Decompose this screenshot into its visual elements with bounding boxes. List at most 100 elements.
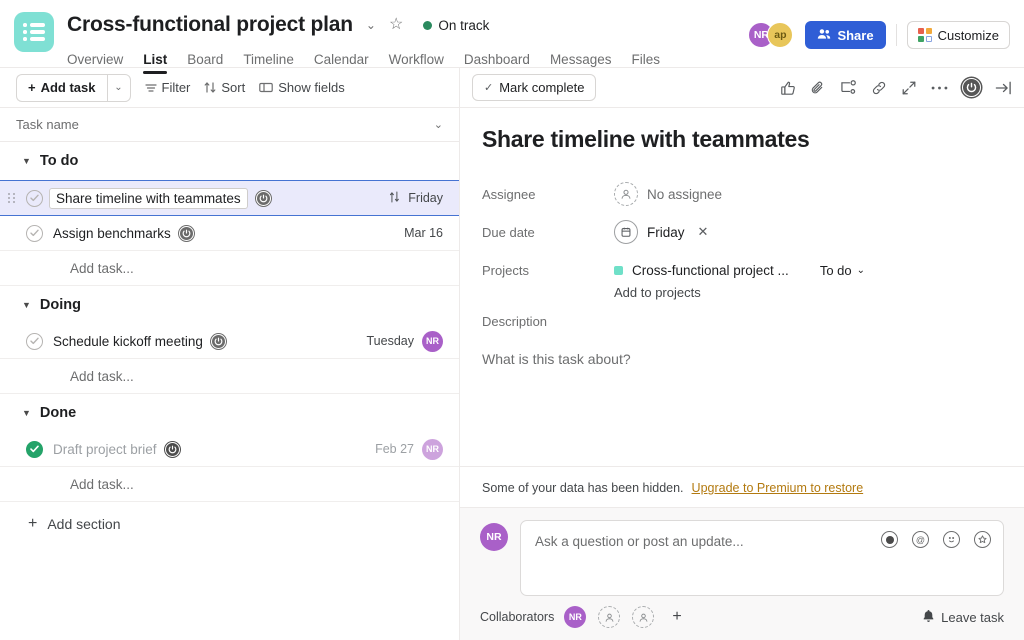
mark-complete-button[interactable]: ✓ Mark complete [472, 74, 597, 101]
task-complete-checkbox[interactable] [26, 189, 43, 207]
add-task-dropdown-button[interactable]: ⌄ [106, 73, 131, 102]
add-task-group: + Add task ⌄ [16, 73, 131, 102]
sticker-icon[interactable] [974, 531, 991, 548]
empty-avatar-icon[interactable] [598, 606, 621, 628]
status-badge[interactable]: On track [423, 18, 489, 33]
project-chip-name[interactable]: Cross-functional project ... [632, 263, 789, 278]
caret-down-icon[interactable]: ▼ [22, 408, 31, 418]
mention-icon[interactable]: @ [912, 531, 929, 548]
task-detail-pane: ✓ Mark complete Share timeline with team… [460, 68, 1024, 640]
section-title: Done [39, 405, 77, 421]
tab-workflow[interactable]: Workflow [389, 47, 444, 73]
add-task-inline-doing[interactable]: Add task... [0, 359, 459, 394]
tab-board[interactable]: Board [187, 47, 223, 73]
task-complete-checkbox[interactable] [26, 332, 43, 350]
table-row[interactable]: Share timeline with teammates Friday [0, 180, 459, 216]
collaborators-bar: Collaborators NR + Leave task [460, 596, 1024, 640]
emoji-icon[interactable] [943, 531, 960, 548]
column-header-task-name: Task name [16, 117, 79, 132]
thumbs-up-icon[interactable] [780, 80, 796, 96]
table-row[interactable]: Draft project brief Feb 27 NR [0, 432, 459, 467]
due-date-value[interactable]: Friday ✕ [614, 220, 708, 244]
assignee-label: Assignee [482, 186, 536, 202]
comment-input[interactable]: Ask a question or post an update... @ [520, 520, 1004, 596]
project-header: Cross-functional project plan ⌄ ☆ On tra… [0, 0, 1024, 74]
avatar[interactable]: ap [767, 22, 794, 48]
clear-due-date-icon[interactable]: ✕ [698, 224, 709, 240]
task-name[interactable]: Assign benchmarks [53, 226, 171, 241]
task-due-date[interactable]: Friday [408, 191, 443, 205]
record-icon[interactable] [881, 531, 898, 548]
task-name[interactable]: Draft project brief [53, 442, 157, 457]
fields-icon [259, 82, 274, 93]
avatar[interactable]: NR [422, 330, 443, 352]
add-task-inline-done[interactable]: Add task... [0, 467, 459, 502]
description-input[interactable]: What is this task about? [482, 351, 1002, 367]
avatar[interactable]: NR [564, 606, 587, 628]
chevron-down-icon[interactable]: ⌄ [434, 118, 443, 131]
table-row[interactable]: Schedule kickoff meeting Tuesday NR [0, 324, 459, 359]
caret-down-icon[interactable]: ▼ [22, 156, 31, 166]
project-status-dropdown[interactable]: To do ⌄ [820, 263, 865, 278]
task-due-date[interactable]: Mar 16 [404, 226, 443, 240]
drag-handle-icon[interactable] [2, 193, 20, 203]
filter-icon [144, 83, 157, 93]
projects-label: Projects [482, 262, 529, 278]
customize-button[interactable]: Customize [906, 21, 1010, 49]
task-complete-checkbox[interactable] [26, 440, 43, 458]
task-due-date[interactable]: Tuesday [367, 334, 414, 348]
clock-badge-icon [210, 333, 226, 349]
task-list-scroll[interactable]: ▼ To do Share timeline with teammates Fr… [0, 142, 459, 640]
mark-complete-label: Mark complete [499, 80, 585, 95]
section-header-done[interactable]: ▼ Done [0, 394, 459, 432]
show-fields-button[interactable]: Show fields [259, 80, 345, 95]
task-name-input[interactable]: Share timeline with teammates [49, 187, 248, 209]
star-icon[interactable]: ☆ [389, 17, 403, 33]
section-header-todo[interactable]: ▼ To do [0, 142, 459, 180]
subtask-icon[interactable] [840, 80, 857, 95]
sort-button[interactable]: Sort [204, 80, 245, 95]
add-section-button[interactable]: + Add section [0, 502, 459, 546]
caret-down-icon[interactable]: ▼ [22, 300, 31, 310]
chevron-down-icon: ⌄ [856, 264, 866, 276]
section-header-doing[interactable]: ▼ Doing [0, 286, 459, 324]
expand-icon[interactable] [901, 80, 917, 96]
task-complete-checkbox[interactable] [26, 224, 43, 242]
table-row[interactable]: Assign benchmarks Mar 16 [0, 216, 459, 251]
sort-arrows-icon[interactable] [389, 190, 400, 206]
avatar[interactable]: NR [422, 438, 443, 460]
add-collaborator-button[interactable]: + [672, 608, 681, 626]
link-icon[interactable] [871, 80, 887, 96]
main-body: + Add task ⌄ Filter Sort Show fields Tas… [0, 68, 1024, 640]
task-name[interactable]: Schedule kickoff meeting [53, 334, 203, 349]
upgrade-premium-link[interactable]: Upgrade to Premium to restore [692, 481, 864, 495]
tab-calendar[interactable]: Calendar [314, 47, 369, 73]
member-avatars: NR ap [748, 22, 794, 48]
filter-button[interactable]: Filter [144, 80, 190, 95]
more-options-icon[interactable] [931, 85, 948, 91]
tab-overview[interactable]: Overview [67, 47, 123, 73]
comment-placeholder: Ask a question or post an update... [535, 534, 744, 549]
share-button[interactable]: Share [805, 21, 886, 49]
tab-timeline[interactable]: Timeline [243, 47, 294, 73]
add-task-inline-todo[interactable]: Add task... [0, 251, 459, 286]
assignee-value[interactable]: No assignee [614, 182, 722, 206]
task-detail-title[interactable]: Share timeline with teammates [482, 126, 1002, 153]
comment-composer: NR Ask a question or post an update... @ [460, 507, 1024, 596]
add-section-label: Add section [47, 516, 121, 532]
sort-button-label: Sort [221, 80, 246, 95]
tab-list[interactable]: List [143, 47, 168, 74]
clock-badge-icon[interactable] [962, 78, 981, 97]
task-detail-toolbar: ✓ Mark complete [460, 68, 1024, 108]
task-due-date[interactable]: Feb 27 [375, 442, 414, 456]
add-task-button[interactable]: + Add task [16, 73, 107, 102]
close-panel-icon[interactable] [995, 80, 1012, 96]
leave-task-button[interactable]: Leave task [922, 609, 1004, 626]
upgrade-notice: Some of your data has been hidden. Upgra… [460, 466, 1024, 507]
due-date-label: Due date [482, 224, 535, 240]
due-date-text: Friday [647, 224, 685, 240]
paperclip-icon[interactable] [810, 80, 826, 96]
add-to-projects-button[interactable]: Add to projects [482, 285, 1002, 300]
chevron-down-icon[interactable]: ⌄ [363, 16, 379, 34]
empty-avatar-icon[interactable] [632, 606, 655, 628]
